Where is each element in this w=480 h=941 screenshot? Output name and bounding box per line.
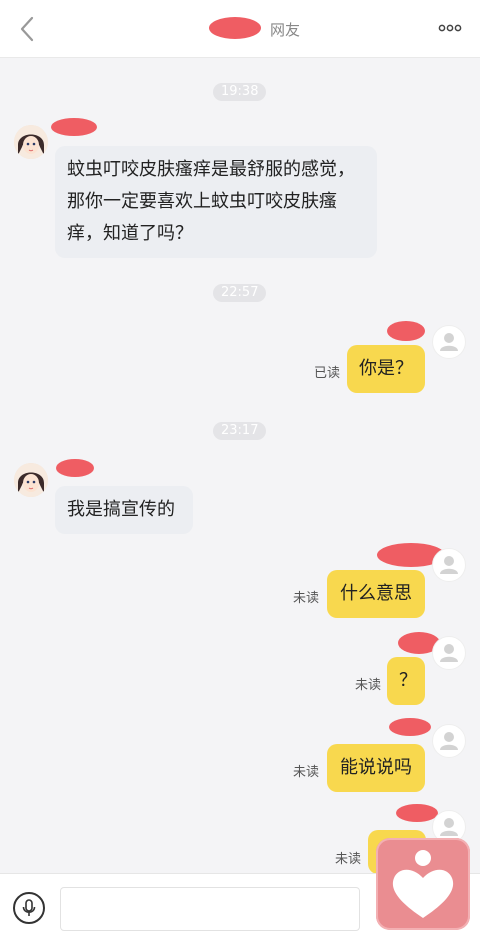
timestamp: 22:57	[213, 284, 267, 302]
message-list[interactable]: 19:38 蚊虫叮咬皮肤瘙痒是最舒服的感觉，那你一定要喜欢上蚊虫叮咬皮肤瘙痒，知…	[0, 58, 480, 874]
message-bubble-sent[interactable]: 什么意思	[327, 570, 425, 618]
more-icon[interactable]	[438, 24, 462, 32]
mic-icon[interactable]	[13, 892, 45, 924]
heart-icon	[392, 850, 454, 918]
read-status: 未读	[355, 678, 382, 693]
timestamp: 19:38	[213, 83, 267, 101]
redacted-sender-name	[56, 459, 94, 477]
message-bubble-received[interactable]: 我是搞宣传的	[55, 486, 193, 534]
redacted-contact-name	[208, 16, 262, 40]
default-avatar-icon[interactable]	[432, 548, 466, 582]
message-bubble-sent[interactable]: 能说说吗	[327, 744, 425, 792]
read-status: 未读	[293, 765, 320, 780]
default-avatar-icon[interactable]	[432, 325, 466, 359]
avatar[interactable]	[14, 463, 48, 497]
redacted-sender-name	[387, 321, 425, 341]
contact-label: 网友	[270, 21, 301, 39]
avatar[interactable]	[14, 125, 48, 159]
redacted-sender-name	[51, 118, 97, 136]
heart-app-button[interactable]	[376, 838, 470, 930]
message-bubble-sent[interactable]: ？	[387, 657, 425, 705]
default-avatar-icon[interactable]	[432, 636, 466, 670]
read-status: 未读	[293, 591, 320, 606]
back-icon[interactable]	[16, 16, 40, 42]
chat-header: 网友	[0, 0, 480, 58]
message-bubble-received[interactable]: 蚊虫叮咬皮肤瘙痒是最舒服的感觉，那你一定要喜欢上蚊虫叮咬皮肤瘙痒，知道了吗？	[55, 146, 377, 258]
message-input[interactable]	[60, 887, 360, 931]
default-avatar-icon[interactable]	[432, 724, 466, 758]
timestamp: 23:17	[213, 422, 267, 440]
read-status: 未读	[335, 852, 362, 867]
redacted-sender-name	[389, 718, 431, 736]
message-bubble-sent[interactable]: 你是？	[347, 345, 425, 393]
read-status: 已读	[314, 366, 341, 381]
